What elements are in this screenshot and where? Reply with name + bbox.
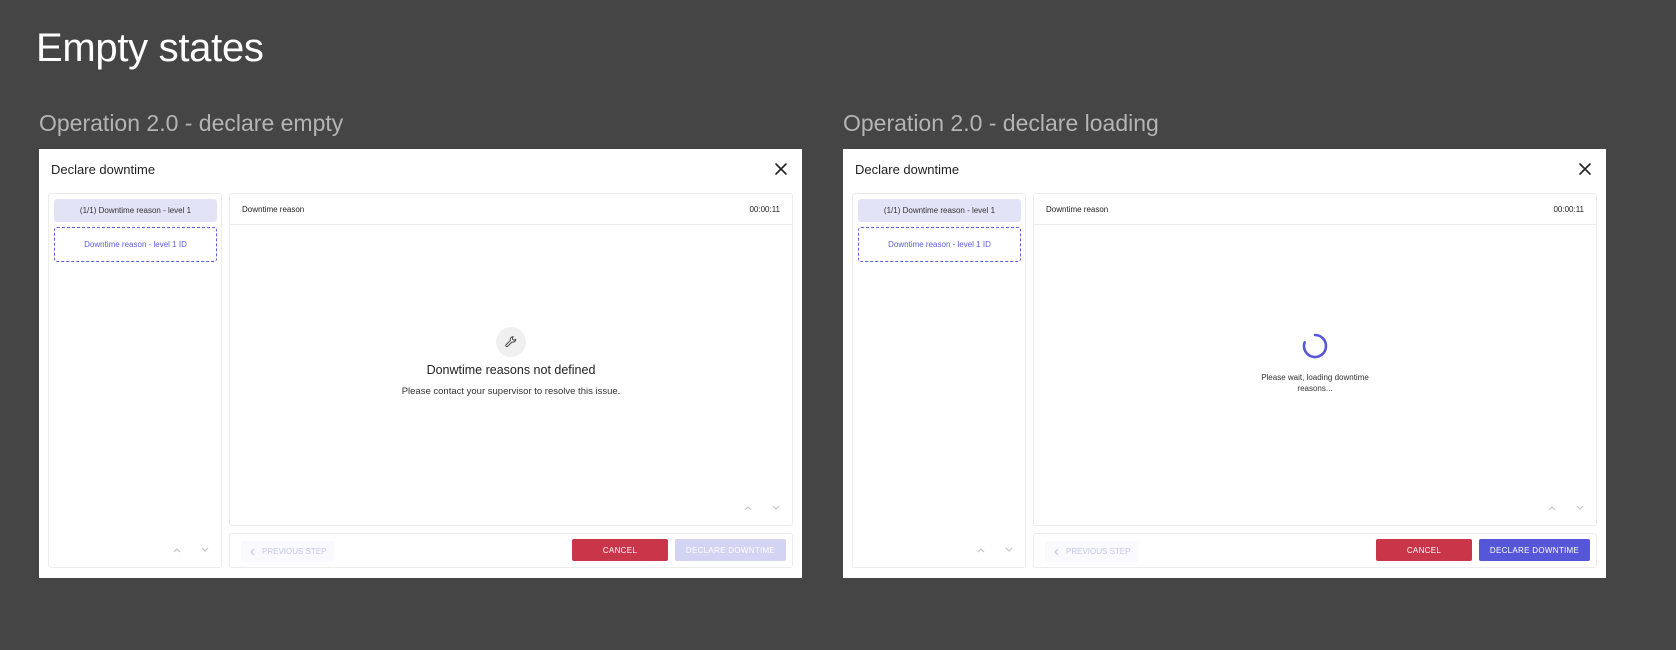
page-title: Empty states bbox=[36, 26, 264, 70]
declare-downtime-modal-empty: Declare downtime (1/1) Downtime reason -… bbox=[39, 149, 802, 578]
declare-downtime-button[interactable]: DECLARE DOWNTIME bbox=[1479, 539, 1590, 561]
chevron-up-icon[interactable] bbox=[1542, 498, 1562, 518]
chevron-left-icon bbox=[1054, 548, 1059, 555]
empty-state-title: Donwtime reasons not defined bbox=[426, 363, 596, 377]
steps-sidebar: (1/1) Downtime reason - level 1 Downtime… bbox=[48, 193, 222, 568]
content-panel: Downtime reason 00:00:11 Please wait, lo… bbox=[1033, 193, 1597, 526]
chevron-down-icon[interactable] bbox=[1570, 498, 1590, 518]
frame-label-loading: Operation 2.0 - declare loading bbox=[843, 110, 1159, 136]
empty-state-subtitle: Please contact your supervisor to resolv… bbox=[401, 386, 621, 397]
step-pending[interactable]: Downtime reason - level 1 ID bbox=[54, 227, 217, 262]
wrench-icon bbox=[496, 327, 526, 357]
panel-header: Downtime reason 00:00:11 bbox=[230, 194, 792, 225]
previous-step-button[interactable]: PREVIOUS STEP bbox=[241, 541, 335, 562]
steps-sidebar: (1/1) Downtime reason - level 1 Downtime… bbox=[852, 193, 1026, 568]
panel-header: Downtime reason 00:00:11 bbox=[1034, 194, 1596, 225]
cancel-button[interactable]: CANCEL bbox=[572, 539, 668, 561]
timer: 00:00:11 bbox=[749, 205, 780, 214]
chevron-up-icon[interactable] bbox=[738, 498, 758, 518]
previous-step-label: PREVIOUS STEP bbox=[262, 547, 327, 556]
modal-title: Declare downtime bbox=[51, 162, 156, 177]
close-icon[interactable] bbox=[773, 161, 789, 177]
chevron-down-icon[interactable] bbox=[766, 498, 786, 518]
loading-text: Please wait, loading downtime reasons... bbox=[1261, 373, 1369, 393]
cancel-button[interactable]: CANCEL bbox=[1376, 539, 1472, 561]
content-panel: Downtime reason 00:00:11 Donwtime reason… bbox=[229, 193, 793, 526]
modal-footer: PREVIOUS STEP CANCEL DECLARE DOWNTIME bbox=[229, 533, 793, 568]
chevron-down-icon[interactable] bbox=[999, 540, 1019, 560]
previous-step-label: PREVIOUS STEP bbox=[1066, 547, 1131, 556]
panel-header-label: Downtime reason bbox=[1046, 205, 1109, 214]
step-active[interactable]: (1/1) Downtime reason - level 1 bbox=[54, 199, 217, 222]
declare-downtime-button[interactable]: DECLARE DOWNTIME bbox=[675, 539, 786, 561]
panel-header-label: Downtime reason bbox=[242, 205, 305, 214]
close-icon[interactable] bbox=[1577, 161, 1593, 177]
step-active[interactable]: (1/1) Downtime reason - level 1 bbox=[858, 199, 1021, 222]
declare-downtime-modal-loading: Declare downtime (1/1) Downtime reason -… bbox=[843, 149, 1606, 578]
modal-footer: PREVIOUS STEP CANCEL DECLARE DOWNTIME bbox=[1033, 533, 1597, 568]
chevron-up-icon[interactable] bbox=[971, 540, 991, 560]
previous-step-button[interactable]: PREVIOUS STEP bbox=[1045, 541, 1139, 562]
chevron-down-icon[interactable] bbox=[195, 540, 215, 560]
timer: 00:00:11 bbox=[1553, 205, 1584, 214]
step-pending[interactable]: Downtime reason - level 1 ID bbox=[858, 227, 1021, 262]
loading-spinner-icon bbox=[1301, 332, 1329, 360]
frame-label-empty: Operation 2.0 - declare empty bbox=[39, 110, 344, 136]
modal-title: Declare downtime bbox=[855, 162, 960, 177]
chevron-left-icon bbox=[250, 548, 255, 555]
chevron-up-icon[interactable] bbox=[167, 540, 187, 560]
